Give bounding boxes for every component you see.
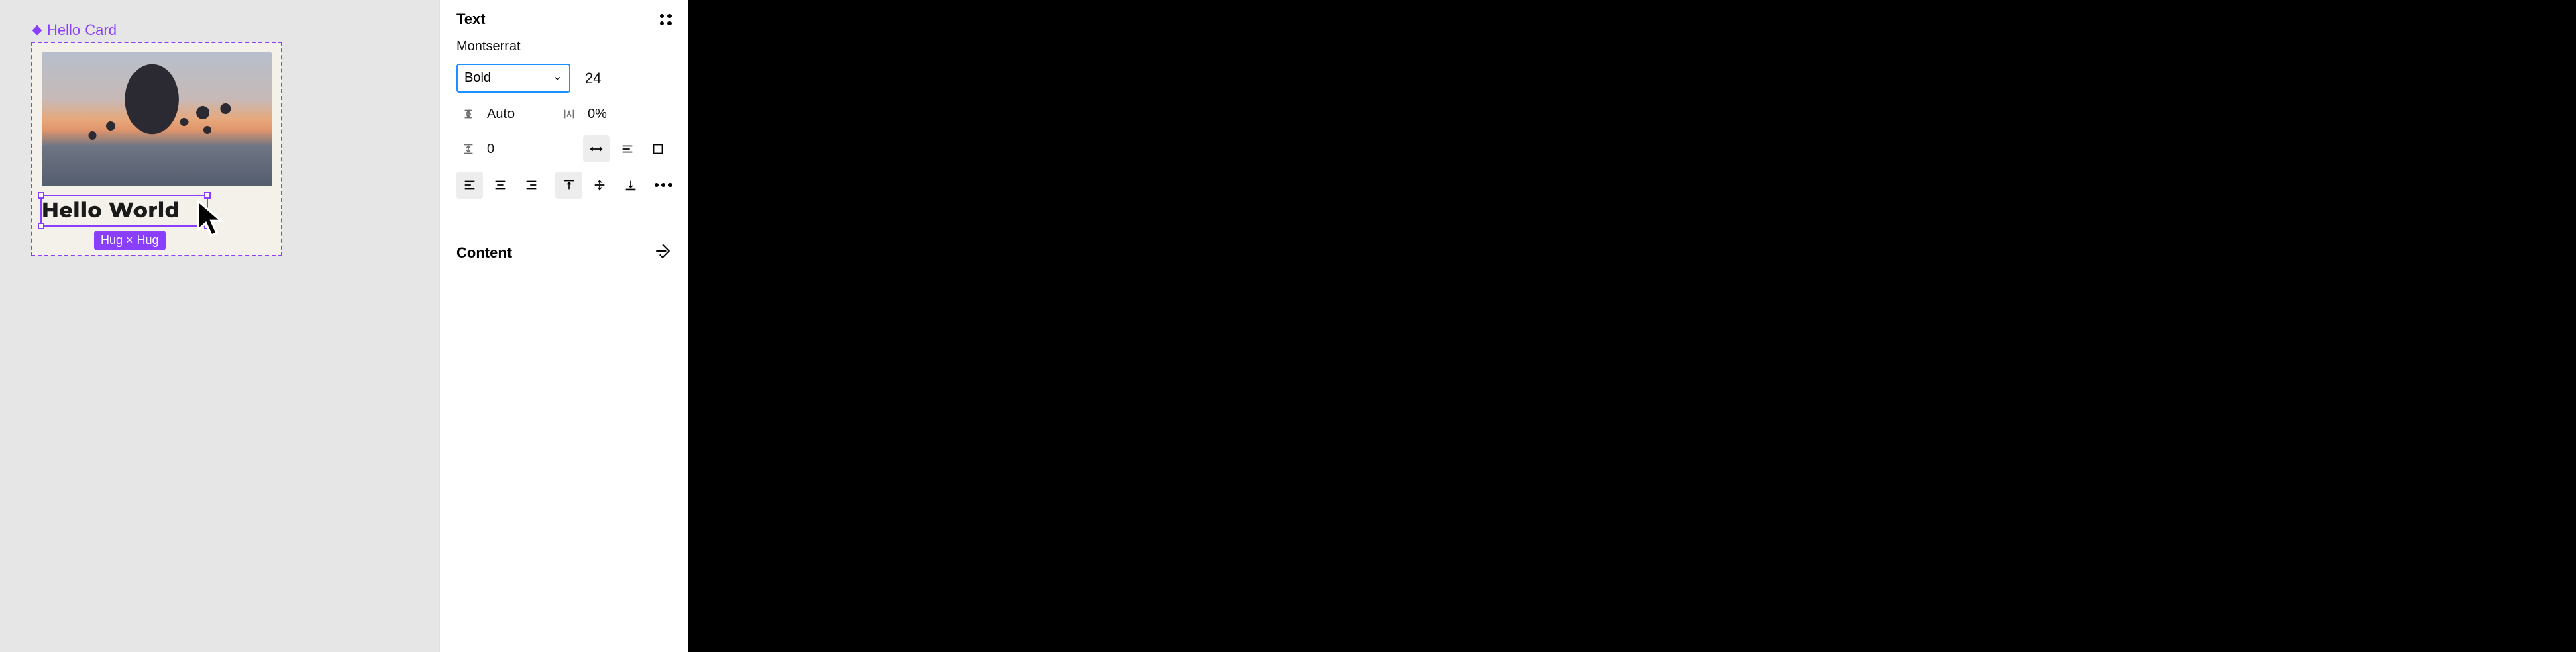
component-icon bbox=[31, 24, 43, 36]
fixed-size-button[interactable] bbox=[645, 135, 672, 162]
align-center-button[interactable] bbox=[487, 172, 514, 199]
align-left-button[interactable] bbox=[456, 172, 483, 199]
chevron-down-icon bbox=[553, 74, 562, 83]
letter-spacing-icon bbox=[557, 102, 581, 126]
apply-content-icon[interactable] bbox=[654, 242, 672, 263]
content-section-title: Content bbox=[456, 244, 512, 262]
font-family-select[interactable]: Montserrat bbox=[456, 39, 672, 54]
paragraph-spacing-input[interactable]: 0 bbox=[487, 142, 494, 157]
component-label-text: Hello Card bbox=[47, 21, 117, 39]
font-size-input[interactable]: 24 bbox=[581, 70, 601, 87]
canvas-pane[interactable]: Hello Card Hello World Hug × Hug bbox=[0, 0, 439, 652]
font-weight-value: Bold bbox=[464, 70, 491, 86]
card-image-placeholder bbox=[42, 52, 272, 186]
vertical-align-group bbox=[555, 172, 644, 199]
component-label[interactable]: Hello Card bbox=[31, 21, 117, 39]
more-text-options-button[interactable] bbox=[655, 183, 672, 187]
paragraph-spacing-icon bbox=[456, 137, 480, 161]
text-node-selection[interactable]: Hello World bbox=[40, 195, 208, 227]
text-node[interactable]: Hello World bbox=[40, 195, 208, 227]
align-right-button[interactable] bbox=[518, 172, 545, 199]
resize-mode-group bbox=[583, 135, 672, 162]
line-height-icon bbox=[456, 102, 480, 126]
font-weight-select[interactable]: Bold bbox=[456, 64, 570, 93]
auto-width-button[interactable] bbox=[583, 135, 610, 162]
align-bottom-button[interactable] bbox=[617, 172, 644, 199]
line-height-input[interactable]: Auto bbox=[487, 107, 515, 122]
letter-spacing-input[interactable]: 0% bbox=[588, 107, 607, 122]
text-style-options-icon[interactable] bbox=[660, 14, 672, 25]
auto-height-button[interactable] bbox=[614, 135, 641, 162]
text-section-title: Text bbox=[456, 11, 486, 28]
align-middle-button[interactable] bbox=[586, 172, 613, 199]
align-top-button[interactable] bbox=[555, 172, 582, 199]
autolayout-size-badge: Hug × Hug bbox=[94, 231, 166, 250]
properties-panel: Text Montserrat Bold 24 Auto bbox=[439, 0, 688, 652]
horizontal-align-group bbox=[456, 172, 545, 199]
